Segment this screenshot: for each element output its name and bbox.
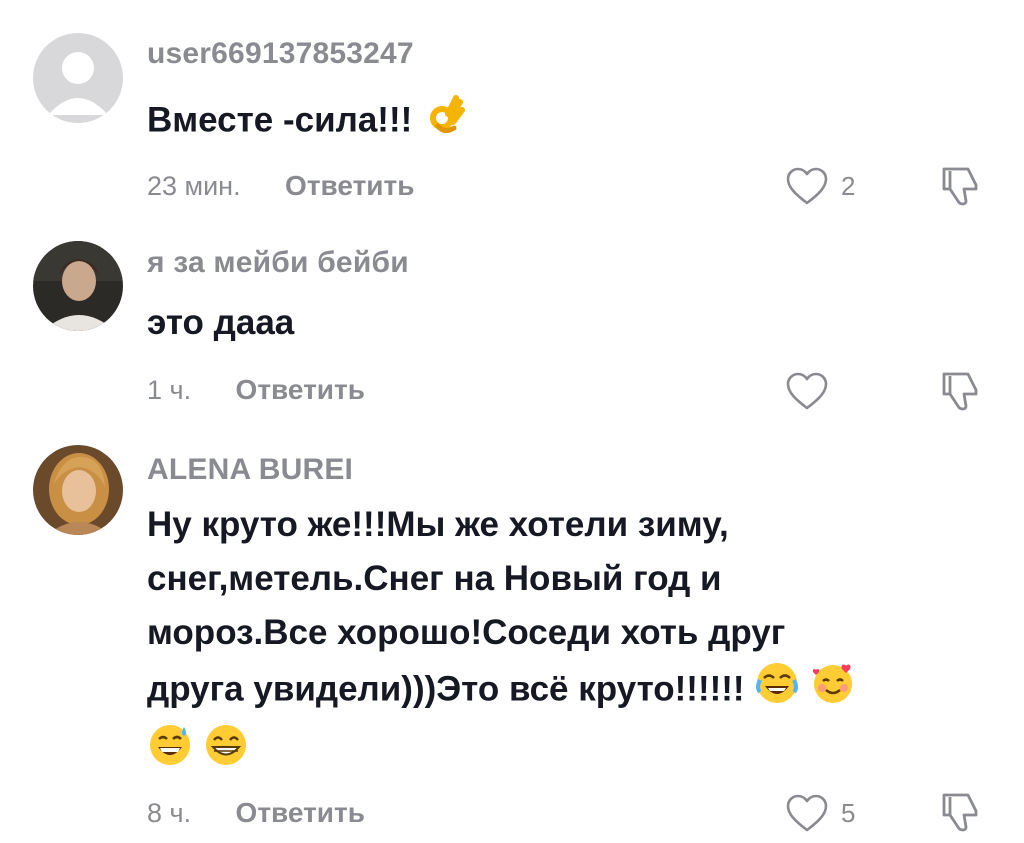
comment-time: 23 мин. [147,171,241,201]
ok-hand-emoji [422,92,466,152]
smiling-face-with-hearts-emoji [810,660,856,722]
comment-emoji-line [147,722,997,784]
dislike-button[interactable] [936,787,984,835]
reply-button[interactable]: Ответить [236,793,365,833]
thumbs-down-icon [942,372,978,411]
comment-username[interactable]: user669137853247 [147,37,414,71]
avatar[interactable] [33,445,123,535]
like-count: 5 [841,797,856,828]
comment-text-line-with-emoji: друга увидели)))Это всё круто!!!!!! [147,660,997,722]
like-button[interactable] [785,369,841,413]
heart-icon [786,794,828,832]
comment-meta: 23 мин. Ответить [147,166,414,206]
comment-text-line: друга увидели)))Это всё круто!!!!!! [147,669,745,709]
thumbs-down-icon [942,793,978,832]
avatar[interactable] [33,33,123,123]
comment-text: это дааа [147,296,997,350]
comment-time: 1 ч. [147,375,192,405]
tears-of-joy-emoji [754,660,800,722]
comment-meta: 8 ч. Ответить [147,793,365,833]
avatar[interactable] [33,241,123,331]
comment-text: Ну круто же!!!Мы же хотели зиму, снег,ме… [147,498,997,784]
beaming-grin-emoji [203,722,249,784]
thumbs-down-icon [942,167,978,206]
comment-text-line: мороз.Все хорошо!Соседи хоть друг [147,613,786,652]
comment-username[interactable]: ALENA BUREI [147,453,353,487]
comment-time: 8 ч. [147,798,192,828]
like-count: 2 [841,170,856,201]
comment-text-line: это дааа [147,303,295,342]
heart-icon [786,167,828,205]
dislike-button[interactable] [936,366,984,414]
grinning-sweat-emoji [147,722,193,784]
comment-text-line: Вместе -сила!!! [147,100,413,140]
comment-text-line: снег,метель.Снег на Новый год и [147,559,722,598]
reply-button[interactable]: Ответить [285,166,414,206]
comment-username[interactable]: я за мейби бейби [147,246,409,280]
comment-meta: 1 ч. Ответить [147,370,365,410]
comment-text: Вместе -сила!!! [147,92,997,152]
like-button[interactable]: 2 [785,164,855,208]
heart-icon [786,372,828,410]
comment-text-line: Ну круто же!!!Мы же хотели зиму, [147,505,729,544]
like-button[interactable]: 5 [785,791,855,835]
reply-button[interactable]: Ответить [236,370,365,410]
dislike-button[interactable] [936,161,984,209]
